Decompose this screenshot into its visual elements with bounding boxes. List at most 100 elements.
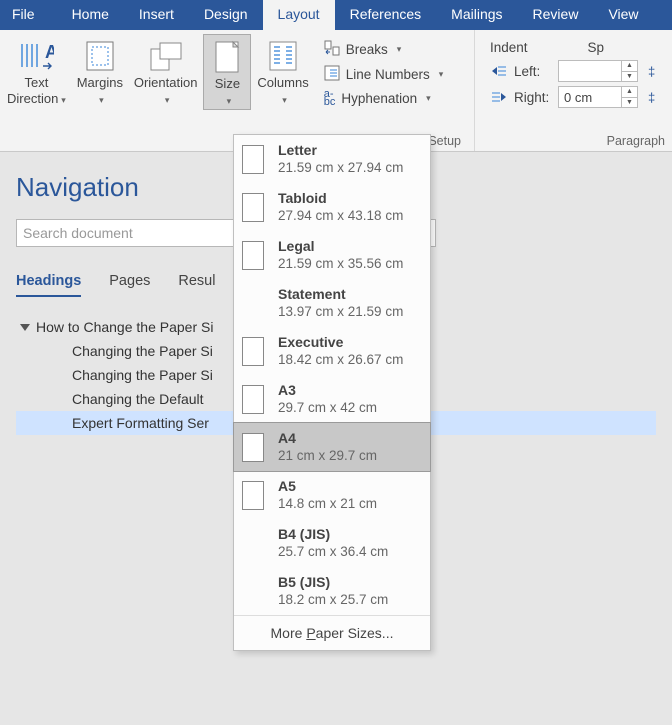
- page-icon: [242, 193, 264, 222]
- columns-icon: [268, 38, 298, 74]
- orientation-label: Orientation: [134, 75, 198, 90]
- breaks-icon: [324, 40, 340, 59]
- size-option-dimensions: 14.8 cm x 21 cm: [278, 495, 377, 512]
- breaks-button[interactable]: Breaks ▾: [321, 38, 447, 61]
- size-option-name: B4 (JIS): [278, 526, 388, 543]
- tab-strip: File Home Insert Design Layout Reference…: [0, 0, 672, 30]
- size-option-dimensions: 21.59 cm x 35.56 cm: [278, 255, 403, 272]
- tab-home[interactable]: Home: [57, 0, 124, 30]
- line-numbers-button[interactable]: Line Numbers ▾: [321, 63, 447, 86]
- nav-tab-pages[interactable]: Pages: [109, 273, 150, 297]
- size-option-b4-jis-[interactable]: B4 (JIS)25.7 cm x 36.4 cm: [234, 519, 430, 567]
- size-option-name: Legal: [278, 238, 403, 255]
- size-option-legal[interactable]: Legal21.59 cm x 35.56 cm: [234, 231, 430, 279]
- columns-button[interactable]: Columns ▾: [253, 34, 312, 110]
- size-option-dimensions: 21.59 cm x 27.94 cm: [278, 159, 403, 176]
- chevron-down-icon: ▾: [165, 95, 170, 105]
- group-paragraph-label: Paragraph: [478, 132, 669, 151]
- page-icon: [242, 241, 264, 270]
- page-icon: [242, 145, 264, 174]
- size-icon: [213, 39, 241, 75]
- size-option-dimensions: 18.42 cm x 26.67 cm: [278, 351, 403, 368]
- size-option-dimensions: 18.2 cm x 25.7 cm: [278, 591, 388, 608]
- size-option-a3[interactable]: A329.7 cm x 42 cm: [234, 375, 430, 423]
- indent-right-label: Right:: [514, 90, 552, 105]
- spacing-after-icon: ‡: [648, 90, 655, 105]
- page-icon: [242, 289, 264, 318]
- text-direction-button[interactable]: A TextDirection▾: [3, 34, 70, 110]
- indent-left-label: Left:: [514, 64, 552, 79]
- page-icon: [242, 577, 264, 606]
- size-option-dimensions: 21 cm x 29.7 cm: [278, 447, 377, 464]
- size-option-name: A4: [278, 430, 377, 447]
- tab-review[interactable]: Review: [518, 0, 594, 30]
- tab-design[interactable]: Design: [189, 0, 263, 30]
- svg-text:A: A: [45, 42, 54, 62]
- collapse-icon[interactable]: [20, 324, 30, 331]
- orientation-icon: [148, 38, 184, 74]
- page-icon: [242, 385, 264, 414]
- line-numbers-label: Line Numbers: [346, 67, 430, 82]
- size-option-letter[interactable]: Letter21.59 cm x 27.94 cm: [234, 135, 430, 183]
- margins-icon: [84, 38, 116, 74]
- indent-left-icon: [490, 64, 508, 78]
- spin-up[interactable]: ▲: [622, 87, 637, 98]
- size-option-name: Letter: [278, 142, 403, 159]
- nav-tab-results[interactable]: Resul: [178, 273, 215, 297]
- text-direction-label: TextDirection: [7, 75, 58, 106]
- chevron-down-icon: ▾: [439, 69, 444, 80]
- orientation-button[interactable]: Orientation ▾: [130, 34, 202, 110]
- margins-button[interactable]: Margins ▾: [72, 34, 128, 110]
- hyphenation-icon: a-bc: [324, 90, 336, 106]
- indent-title: Indent: [490, 40, 528, 55]
- hyphenation-label: Hyphenation: [341, 91, 417, 106]
- breaks-label: Breaks: [346, 42, 388, 57]
- tab-insert[interactable]: Insert: [124, 0, 189, 30]
- chevron-down-icon: ▾: [426, 93, 431, 104]
- spin-up[interactable]: ▲: [622, 61, 637, 72]
- size-option-name: Statement: [278, 286, 403, 303]
- size-button[interactable]: Size ▾: [203, 34, 251, 110]
- more-paper-sizes-button[interactable]: More Paper Sizes...: [234, 615, 430, 650]
- tab-file[interactable]: File: [0, 0, 57, 30]
- size-option-name: A5: [278, 478, 377, 495]
- page-icon: [242, 433, 264, 462]
- size-option-dimensions: 29.7 cm x 42 cm: [278, 399, 377, 416]
- size-option-dimensions: 27.94 cm x 43.18 cm: [278, 207, 403, 224]
- spacing-title: Sp: [588, 40, 605, 55]
- indent-left-input[interactable]: ▲▼: [558, 60, 638, 82]
- size-label: Size: [215, 76, 240, 91]
- spin-down[interactable]: ▼: [622, 98, 637, 108]
- size-option-statement[interactable]: Statement13.97 cm x 21.59 cm: [234, 279, 430, 327]
- margins-label: Margins: [77, 75, 123, 90]
- spacing-before-icon: ‡: [648, 64, 655, 79]
- spin-down[interactable]: ▼: [622, 72, 637, 82]
- search-placeholder: Search document: [23, 225, 133, 241]
- hyphenation-button[interactable]: a-bc Hyphenation ▾: [321, 88, 447, 108]
- size-option-a5[interactable]: A514.8 cm x 21 cm: [234, 471, 430, 519]
- size-option-name: B5 (JIS): [278, 574, 388, 591]
- tab-references[interactable]: References: [335, 0, 437, 30]
- tab-view[interactable]: View: [593, 0, 653, 30]
- size-option-tabloid[interactable]: Tabloid27.94 cm x 43.18 cm: [234, 183, 430, 231]
- line-numbers-icon: [324, 65, 340, 84]
- tab-layout[interactable]: Layout: [263, 0, 335, 30]
- columns-label: Columns: [257, 75, 308, 90]
- size-option-executive[interactable]: Executive18.42 cm x 26.67 cm: [234, 327, 430, 375]
- nav-tab-headings[interactable]: Headings: [16, 273, 81, 297]
- size-dropdown-menu: Letter21.59 cm x 27.94 cmTabloid27.94 cm…: [233, 134, 431, 651]
- chevron-down-icon: ▾: [397, 44, 402, 55]
- tab-mailings[interactable]: Mailings: [436, 0, 517, 30]
- page-icon: [242, 529, 264, 558]
- size-option-name: Executive: [278, 334, 403, 351]
- size-option-b5-jis-[interactable]: B5 (JIS)18.2 cm x 25.7 cm: [234, 567, 430, 615]
- indent-right-icon: [490, 90, 508, 104]
- size-option-name: A3: [278, 382, 377, 399]
- chevron-down-icon: ▾: [227, 96, 232, 106]
- chevron-down-icon: ▾: [282, 95, 287, 105]
- indent-right-input[interactable]: 0 cm▲▼: [558, 86, 638, 108]
- chevron-down-icon: ▾: [99, 95, 104, 105]
- text-direction-icon: A: [18, 38, 54, 74]
- size-option-name: Tabloid: [278, 190, 403, 207]
- size-option-a4[interactable]: A421 cm x 29.7 cm: [233, 422, 431, 472]
